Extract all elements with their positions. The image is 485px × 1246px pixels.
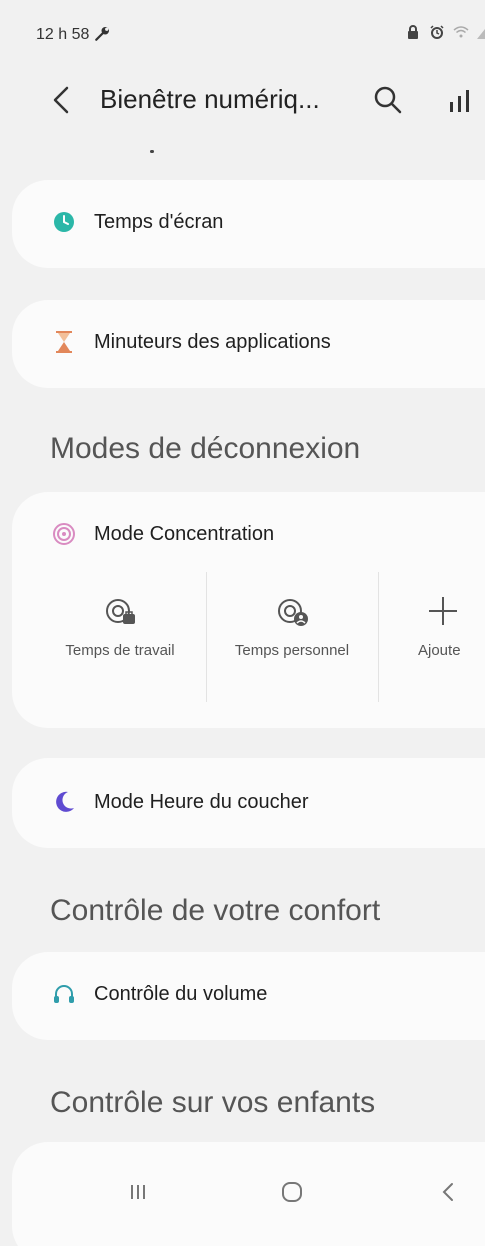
- chevron-left-icon: [442, 1183, 453, 1201]
- focus-divider: [378, 572, 379, 702]
- focus-mode-label: Mode Concentration: [94, 522, 275, 545]
- work-focus-icon: [106, 599, 135, 624]
- recent-apps-button[interactable]: [118, 1172, 158, 1212]
- page-title: Bienêtre numériq...: [100, 84, 320, 114]
- back-button[interactable]: [46, 80, 76, 120]
- nav-back-button[interactable]: [428, 1172, 468, 1212]
- headphones-icon: [52, 982, 76, 1006]
- lock-icon: [408, 25, 418, 39]
- focus-divider: [206, 572, 207, 702]
- bedtime-mode-row: Mode Heure du coucher: [52, 790, 309, 814]
- chevron-left-icon: [53, 86, 69, 114]
- bedtime-mode-card[interactable]: Mode Heure du coucher: [12, 758, 485, 848]
- navigation-bar: [0, 1150, 485, 1220]
- volume-control-row: Contrôle du volume: [52, 982, 267, 1006]
- focus-mode-row[interactable]: Mode Concentration: [52, 522, 274, 546]
- status-time: 12 h 58: [36, 26, 90, 43]
- app-timers-card[interactable]: Minuteurs des applications: [12, 300, 485, 388]
- focus-mode-options: Temps de travail Temps personnel Ajoute: [40, 572, 485, 702]
- target-icon: [52, 522, 76, 546]
- focus-personal-time-label: Temps personnel: [234, 642, 350, 659]
- status-icons: [405, 24, 485, 40]
- search-icon: [374, 86, 402, 114]
- hourglass-icon: [52, 330, 76, 354]
- section-title-children: Contrôle sur vos enfants: [50, 1086, 376, 1119]
- home-icon: [282, 1182, 302, 1202]
- app-timers-label: Minuteurs des applications: [94, 330, 331, 353]
- recent-apps-icon: [131, 1185, 145, 1199]
- volume-control-label: Contrôle du volume: [94, 982, 268, 1005]
- volume-control-card[interactable]: Contrôle du volume: [12, 952, 485, 1040]
- digital-wellbeing-screen: 12 h 58 Bienêtre numériq... Temps d'écra…: [0, 0, 485, 1246]
- wifi-icon: [453, 26, 469, 38]
- signal-icon: [477, 29, 485, 39]
- focus-add-label: Ajoute: [418, 642, 461, 659]
- bedtime-mode-label: Mode Heure du coucher: [94, 790, 309, 813]
- clock-icon: [52, 210, 76, 234]
- plus-icon: [429, 597, 457, 625]
- home-button[interactable]: [272, 1172, 312, 1212]
- wrench-icon: [95, 27, 109, 41]
- bar-chart-icon: [450, 90, 469, 112]
- stats-button[interactable]: [446, 86, 474, 116]
- status-bar: 12 h 58: [36, 24, 485, 48]
- app-bar: Bienêtre numériq...: [0, 70, 485, 130]
- focus-add[interactable]: Ajoute: [418, 572, 485, 702]
- screen-time-row: Temps d'écran: [52, 210, 223, 234]
- section-title-disconnect: Modes de déconnexion: [50, 432, 361, 465]
- focus-personal-time[interactable]: Temps personnel: [212, 572, 372, 702]
- section-title-comfort: Contrôle de votre confort: [50, 894, 381, 927]
- alarm-icon: [430, 25, 444, 39]
- scroll-indicator: [150, 150, 154, 153]
- search-button[interactable]: [370, 82, 406, 118]
- personal-focus-icon: [278, 599, 308, 626]
- screen-time-card[interactable]: Temps d'écran: [12, 180, 485, 268]
- moon-icon: [52, 790, 76, 814]
- focus-work-time-label: Temps de travail: [65, 642, 175, 659]
- focus-work-time[interactable]: Temps de travail: [40, 572, 200, 702]
- app-timers-row: Minuteurs des applications: [52, 330, 331, 354]
- screen-time-label: Temps d'écran: [94, 210, 224, 233]
